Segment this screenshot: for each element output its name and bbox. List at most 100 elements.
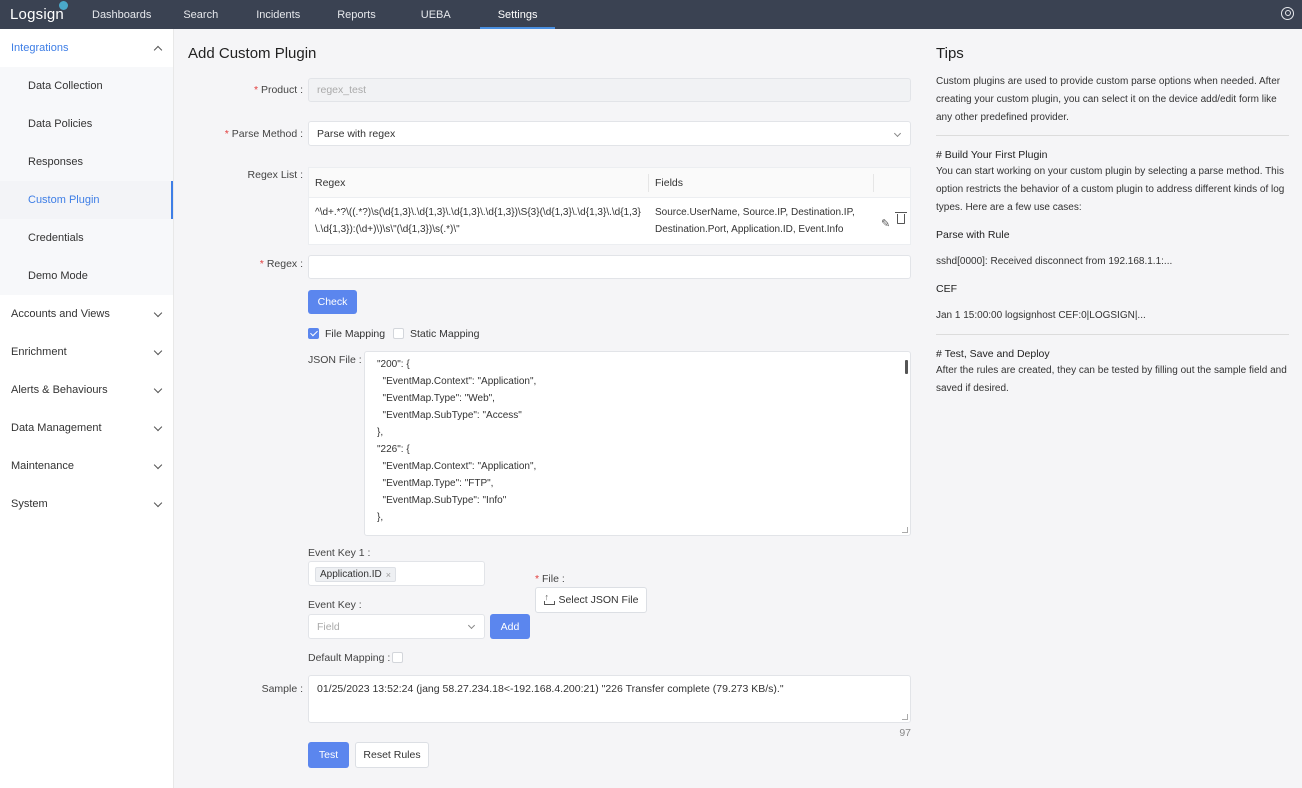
logsign-logo[interactable]: Logsign: [10, 1, 82, 23]
sidebar-item-demo-mode[interactable]: Demo Mode: [0, 257, 173, 295]
sidebar-item-custom-plugin[interactable]: Custom Plugin: [0, 181, 173, 219]
logo-mark-icon: [59, 1, 68, 10]
sidebar-item-responses[interactable]: Responses: [0, 143, 173, 181]
sidebar-group-accounts[interactable]: Accounts and Views: [0, 295, 173, 333]
sidebar-item-credentials[interactable]: Credentials: [0, 219, 173, 257]
nav-ueba[interactable]: UEBA: [421, 0, 451, 29]
chevron-down-icon: [153, 460, 163, 469]
tips-panel: Tips Custom plugins are used to provide …: [924, 29, 1302, 788]
nav-search[interactable]: Search: [183, 0, 218, 29]
tag-close-icon[interactable]: ×: [386, 570, 391, 580]
sidebar-group-maintenance[interactable]: Maintenance: [0, 447, 173, 485]
json-file-textarea[interactable]: "200": { "EventMap.Context": "Applicatio…: [364, 351, 911, 536]
sidebar-group-label: Maintenance: [11, 460, 74, 472]
event-key-tag: Application.ID ×: [315, 567, 396, 582]
resize-handle-icon[interactable]: [902, 527, 908, 533]
sidebar-group-label: Alerts & Behaviours: [11, 384, 108, 396]
event-key-field-select[interactable]: Field: [308, 614, 485, 639]
sidebar-group-data-management[interactable]: Data Management: [0, 409, 173, 447]
tips-rule-example: sshd[0000]: Received disconnect from 192…: [936, 256, 1173, 267]
resize-handle-icon[interactable]: [902, 714, 908, 720]
sidebar-group-label: Accounts and Views: [11, 308, 110, 320]
column-header-fields: Fields: [655, 177, 684, 189]
regex-input[interactable]: [308, 255, 911, 279]
field-placeholder: Field: [317, 620, 340, 633]
default-mapping-checkbox[interactable]: [392, 652, 403, 663]
user-account-icon[interactable]: [1281, 7, 1294, 20]
reset-rules-button[interactable]: Reset Rules: [355, 742, 429, 768]
event-key-1-label: Event Key 1 :: [308, 547, 371, 559]
parse-method-select[interactable]: Parse with regex: [308, 121, 911, 146]
table-row: ^\d+.*?\((.*?)\s(\d{1,3}\.\d{1,3}\.\d{1,…: [309, 198, 910, 245]
chevron-down-icon: [153, 422, 163, 431]
chevron-down-icon: [153, 384, 163, 393]
sample-textarea[interactable]: 01/25/2023 13:52:24 (jang 58.27.234.18<-…: [308, 675, 911, 723]
static-mapping-checkbox[interactable]: [393, 328, 404, 339]
default-mapping-label: Default Mapping :: [308, 652, 391, 664]
column-header-regex: Regex: [315, 177, 346, 189]
sidebar-group-label: Enrichment: [11, 346, 67, 358]
json-line: "226": {: [377, 444, 410, 455]
divider: [936, 334, 1289, 335]
tips-cef-heading: CEF: [936, 283, 957, 295]
upload-icon: [543, 592, 555, 605]
sidebar-item-data-policies[interactable]: Data Policies: [0, 105, 173, 143]
chevron-down-icon: [467, 621, 476, 630]
column-divider: [648, 174, 649, 192]
tips-test-text: After the rules are created, they can be…: [936, 365, 1287, 394]
sidebar-group-label: System: [11, 498, 48, 510]
delete-icon[interactable]: [895, 212, 907, 224]
nav-incidents[interactable]: Incidents: [256, 0, 300, 29]
file-mapping-label: File Mapping: [325, 328, 386, 340]
event-key-1-input[interactable]: Application.ID ×: [308, 561, 485, 586]
sidebar-group-alerts[interactable]: Alerts & Behaviours: [0, 371, 173, 409]
chevron-up-icon: [153, 45, 163, 54]
tips-build-heading: # Build Your First Plugin: [936, 149, 1048, 161]
json-line: "EventMap.Type": "Web",: [377, 393, 495, 404]
regex-list-table: Regex Fields ^\d+.*?\((.*?)\s(\d{1,3}\.\…: [308, 167, 911, 245]
table-header: Regex Fields: [309, 168, 910, 198]
tips-intro: Custom plugins are used to provide custo…: [936, 76, 1281, 123]
fields-cell: Source.UserName, Source.IP, Destination.…: [655, 207, 855, 235]
file-label: * File :: [535, 573, 565, 585]
column-divider: [873, 174, 874, 192]
json-line: "EventMap.Type": "FTP",: [377, 478, 494, 489]
json-line: },: [377, 427, 384, 438]
nav-reports[interactable]: Reports: [337, 0, 376, 29]
product-label: * Product :: [253, 84, 303, 96]
sidebar-group-system[interactable]: System: [0, 485, 173, 523]
sidebar-group-label: Data Management: [11, 422, 102, 434]
json-line: },: [377, 512, 384, 523]
parse-method-label: * Parse Method :: [224, 128, 303, 140]
json-line: "EventMap.Context": "Application",: [377, 461, 537, 472]
product-input[interactable]: regex_test: [308, 78, 911, 102]
edit-icon[interactable]: ✎: [881, 216, 890, 233]
sidebar-group-enrichment[interactable]: Enrichment: [0, 333, 173, 371]
divider: [936, 135, 1289, 136]
sidebar-item-data-collection[interactable]: Data Collection: [0, 67, 173, 105]
chevron-down-icon: [893, 129, 902, 138]
file-mapping-checkbox[interactable]: [308, 328, 319, 339]
nav-settings[interactable]: Settings: [479, 0, 556, 29]
scrollbar-thumb[interactable]: [905, 360, 908, 374]
regex-label: * Regex :: [259, 258, 303, 270]
check-button[interactable]: Check: [308, 290, 357, 314]
select-json-file-button[interactable]: Select JSON File: [535, 587, 647, 613]
sidebar-group-label: Integrations: [11, 42, 69, 54]
static-mapping-label: Static Mapping: [410, 328, 480, 340]
add-button[interactable]: Add: [490, 614, 530, 639]
tips-test-heading: # Test, Save and Deploy: [936, 348, 1050, 360]
tips-cef-example: Jan 1 15:00:00 logsignhost CEF:0|LOGSIGN…: [936, 310, 1146, 321]
sidebar-group-integrations[interactable]: Integrations: [0, 29, 173, 67]
nav-dashboards[interactable]: Dashboards: [92, 0, 151, 29]
parse-method-value: Parse with regex: [317, 127, 396, 140]
sample-char-count: 97: [899, 727, 911, 739]
json-line: "EventMap.Context": "Application",: [377, 376, 537, 387]
tips-rule-heading: Parse with Rule: [936, 229, 1010, 241]
json-file-label: JSON File :: [308, 354, 362, 366]
test-button[interactable]: Test: [308, 742, 349, 768]
chevron-down-icon: [153, 498, 163, 507]
settings-sidebar: Integrations Data Collection Data Polici…: [0, 29, 174, 788]
top-nav-bar: Logsign Dashboards Search Incidents Repo…: [0, 0, 1302, 29]
sample-value: 01/25/2023 13:52:24 (jang 58.27.234.18<-…: [317, 683, 784, 695]
